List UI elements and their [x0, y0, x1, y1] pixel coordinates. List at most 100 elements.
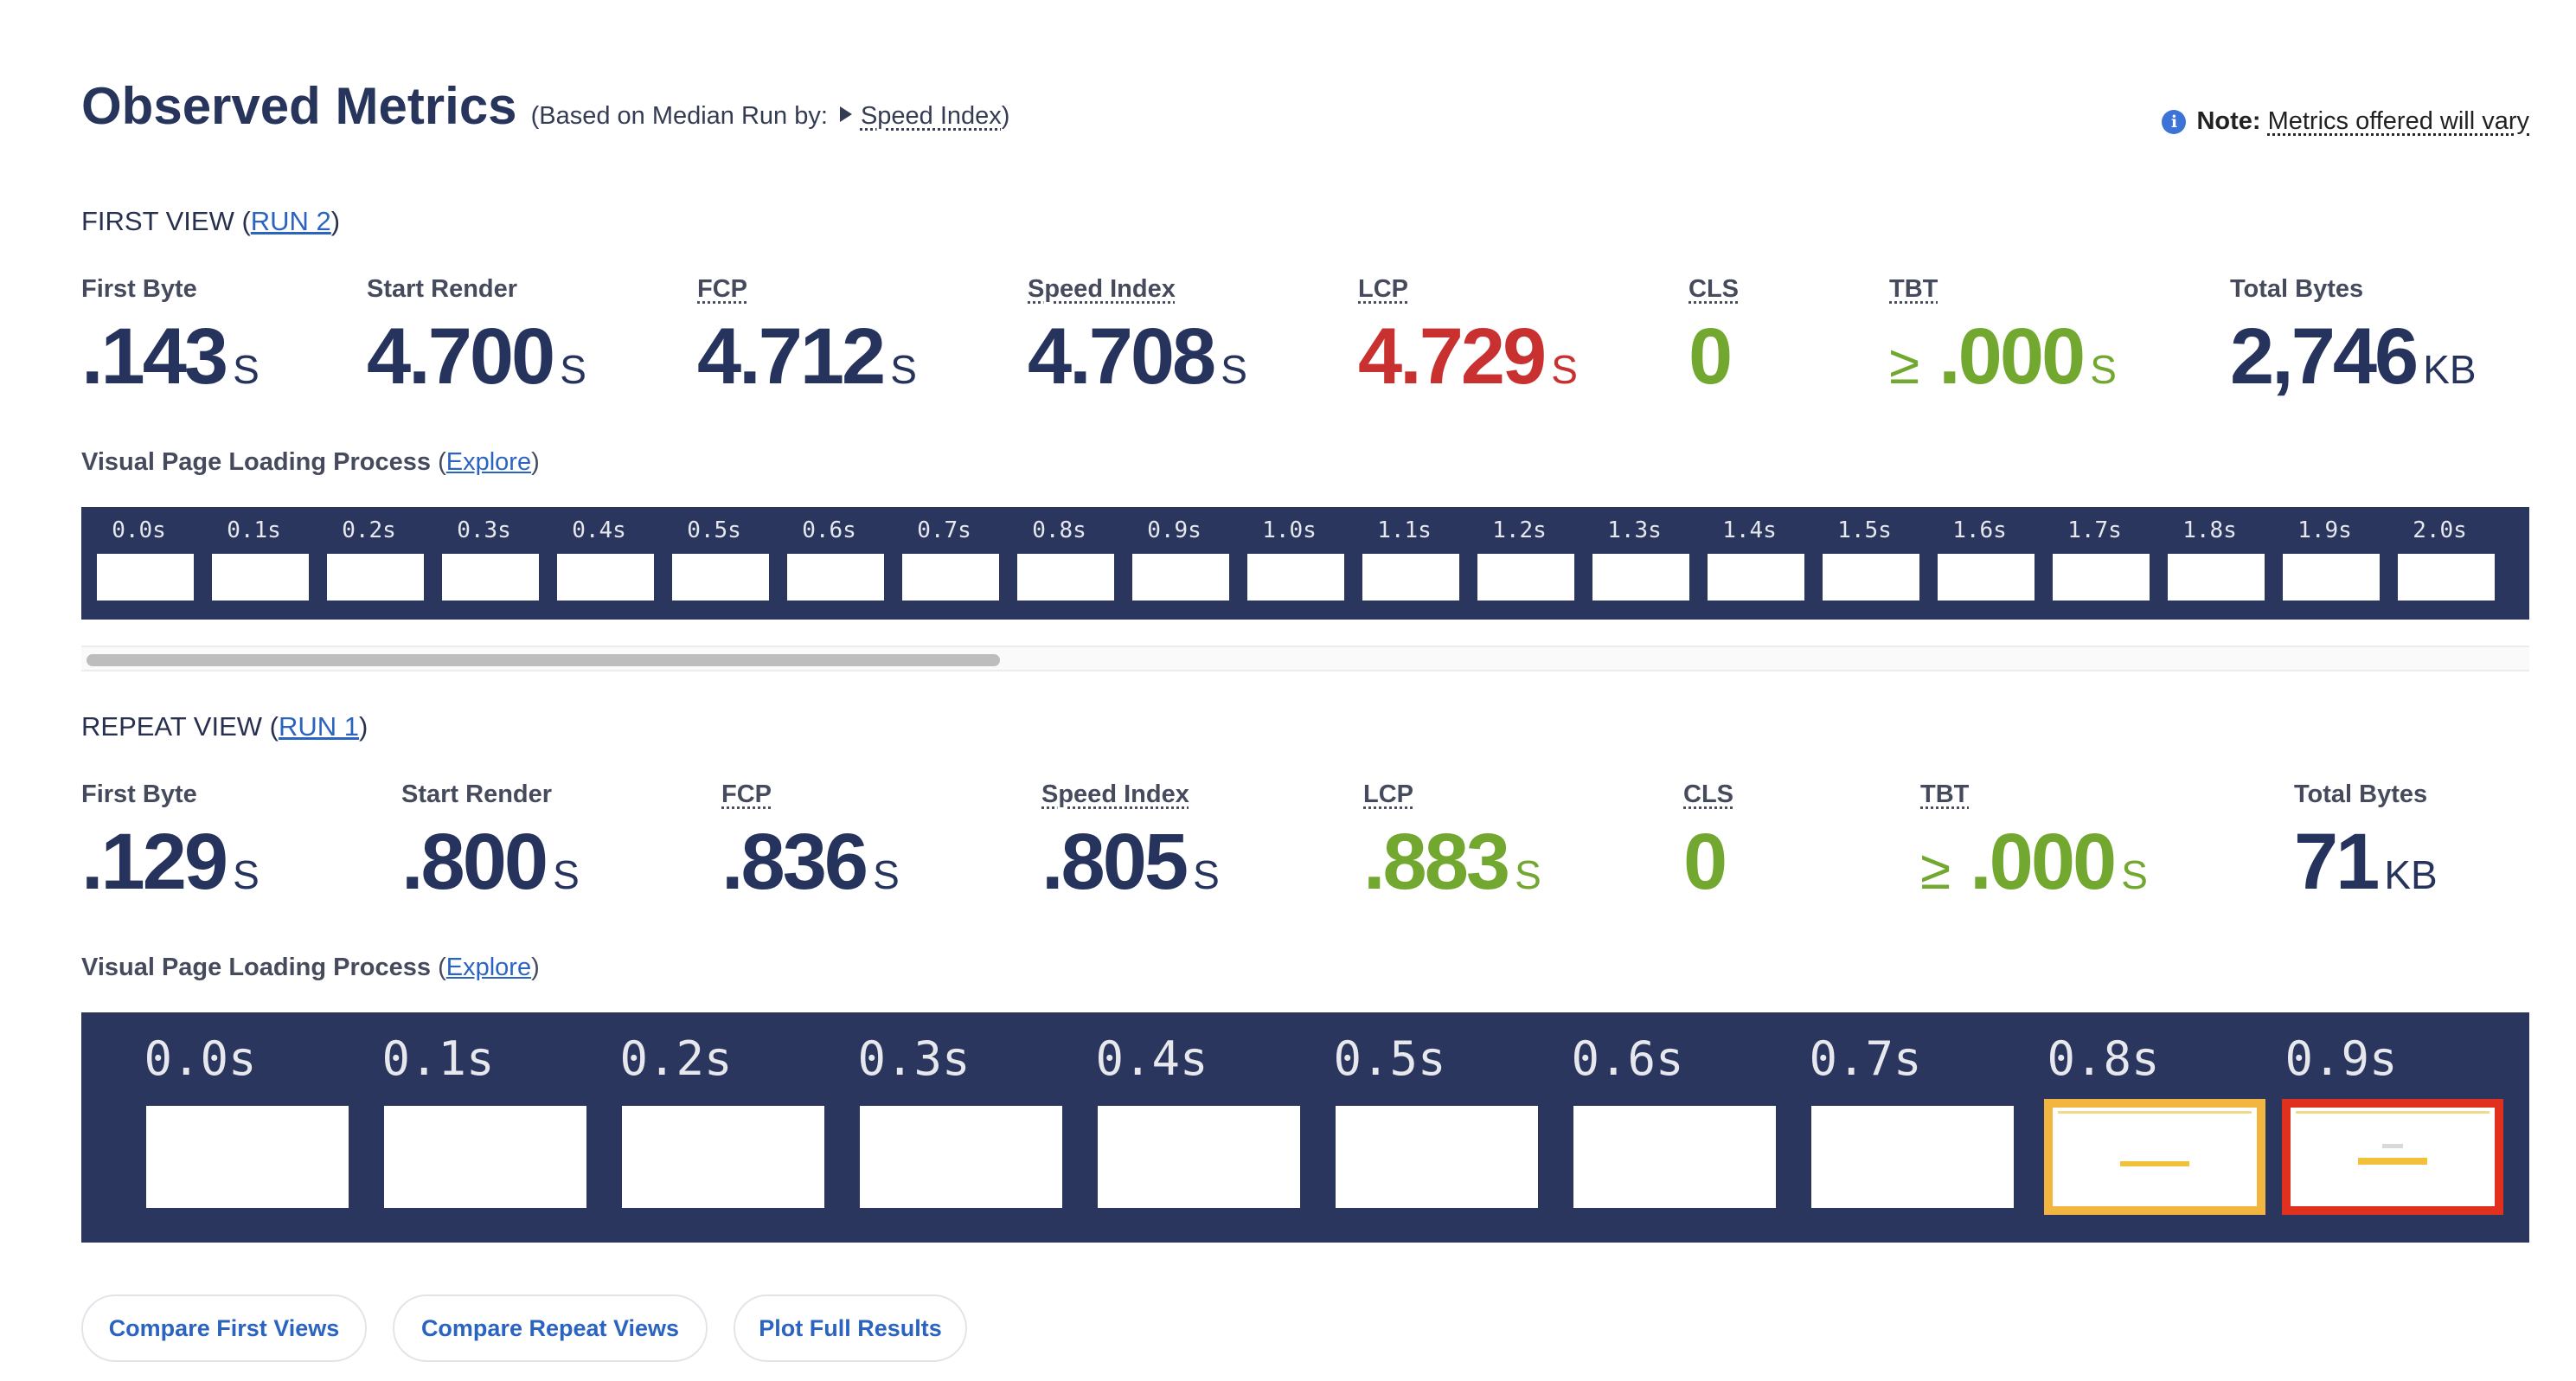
- filmstrip-frame[interactable]: 0.3s: [795, 1012, 1062, 1243]
- filmstrip-frame[interactable]: 0.1s: [319, 1012, 586, 1243]
- filmstrip-frame[interactable]: 1.2s: [1462, 507, 1577, 620]
- filmstrip-frame[interactable]: 0.9s: [2222, 1012, 2503, 1243]
- frame-thumbnail[interactable]: [1247, 554, 1344, 601]
- metric-unit: S: [1193, 852, 1220, 897]
- thumb-header-bar: [2296, 1111, 2489, 1114]
- frame-thumbnail[interactable]: [2282, 1099, 2503, 1215]
- frame-thumbnail[interactable]: [1132, 554, 1229, 601]
- fv-metric-speed-index: Speed Index 4.708 S: [1028, 275, 1247, 398]
- metric-label[interactable]: LCP: [1363, 780, 1541, 815]
- frame-thumbnail[interactable]: [1708, 554, 1804, 601]
- filmstrip-frame[interactable]: 0.6s: [1509, 1012, 1776, 1243]
- repeat-view-label: REPEAT VIEW (RUN 1): [81, 711, 368, 742]
- metric-label[interactable]: CLS: [1688, 275, 1739, 310]
- filmstrip-frame[interactable]: 0.0s: [81, 507, 196, 620]
- metric-label[interactable]: Speed Index: [1041, 780, 1220, 815]
- frame-thumbnail[interactable]: [442, 554, 539, 601]
- filmstrip-frame[interactable]: 2.0s: [2382, 507, 2497, 620]
- frame-time-label: 0.8s: [2047, 1031, 2160, 1086]
- plot-full-results-button[interactable]: Plot Full Results: [734, 1294, 967, 1362]
- filmstrip-frame[interactable]: 1.4s: [1692, 507, 1807, 620]
- frame-thumbnail[interactable]: [902, 554, 999, 601]
- rv-explore-link[interactable]: Explore: [446, 954, 531, 981]
- filmstrip-frame[interactable]: 0.0s: [81, 1012, 349, 1243]
- frame-time-label: 0.9s: [2284, 1031, 2398, 1086]
- filmstrip-frame[interactable]: 0.5s: [1271, 1012, 1538, 1243]
- filmstrip-frame[interactable]: 0.4s: [541, 507, 657, 620]
- filmstrip-frame[interactable]: 0.4s: [1033, 1012, 1300, 1243]
- frame-thumbnail[interactable]: [1573, 1106, 1776, 1208]
- filmstrip-frame[interactable]: 0.2s: [557, 1012, 824, 1243]
- frame-time-label: 0.4s: [1095, 1031, 1208, 1086]
- fv-metric-tbt: TBT ≥ .000 S: [1889, 275, 2117, 398]
- frame-thumbnail[interactable]: [97, 554, 194, 601]
- filmstrip-frame[interactable]: 0.8s: [1984, 1012, 2265, 1243]
- frame-thumbnail[interactable]: [327, 554, 424, 601]
- frame-thumbnail[interactable]: [146, 1106, 349, 1208]
- frame-thumbnail[interactable]: [860, 1106, 1062, 1208]
- frame-thumbnail[interactable]: [1811, 1106, 2014, 1208]
- frame-thumbnail[interactable]: [1362, 554, 1459, 601]
- frame-thumbnail[interactable]: [1017, 554, 1114, 601]
- filmstrip-frame[interactable]: 0.2s: [311, 507, 426, 620]
- observed-metrics-panel: Observed Metrics (Based on Median Run by…: [81, 0, 2529, 1381]
- frame-thumbnail[interactable]: [2053, 554, 2150, 601]
- filmstrip-frame[interactable]: 1.7s: [2037, 507, 2152, 620]
- filmstrip-frame[interactable]: 0.5s: [657, 507, 772, 620]
- frame-time-label: 0.7s: [917, 517, 971, 543]
- frame-time-label: 1.8s: [2182, 517, 2237, 543]
- filmstrip-frame[interactable]: 1.0s: [1232, 507, 1347, 620]
- fv-metric-cls: CLS 0: [1688, 275, 1739, 398]
- metrics-note[interactable]: i Note: Metrics offered will vary: [2162, 107, 2529, 136]
- metric-value: 2,746: [2230, 312, 2419, 401]
- filmstrip-frame[interactable]: 1.1s: [1347, 507, 1462, 620]
- rv-filmstrip[interactable]: 0.0s 0.1s 0.2s 0.3s 0.4s 0.5s 0.6s 0.7s 0.8s 0.9s: [81, 1012, 2529, 1243]
- frame-time-label: 0.7s: [1809, 1031, 1922, 1086]
- disclosure-triangle-icon[interactable]: [839, 106, 852, 122]
- frame-thumbnail[interactable]: [1823, 554, 1919, 601]
- frame-thumbnail[interactable]: [212, 554, 309, 601]
- frame-thumbnail[interactable]: [787, 554, 884, 601]
- filmstrip-frame[interactable]: 0.7s: [887, 507, 1002, 620]
- filmstrip-frame[interactable]: 0.1s: [196, 507, 311, 620]
- metric-label[interactable]: TBT: [1889, 275, 2117, 310]
- metric-label[interactable]: FCP: [721, 780, 900, 815]
- frame-thumbnail[interactable]: [384, 1106, 586, 1208]
- frame-thumbnail[interactable]: [2168, 554, 2265, 601]
- repeat-view-run-link[interactable]: RUN 1: [279, 711, 359, 742]
- metric-label[interactable]: Speed Index: [1028, 275, 1247, 310]
- frame-thumbnail[interactable]: [1592, 554, 1689, 601]
- frame-thumbnail[interactable]: [1336, 1106, 1538, 1208]
- filmstrip-frame[interactable]: 1.9s: [2267, 507, 2382, 620]
- metric-label[interactable]: LCP: [1358, 275, 1578, 310]
- frame-thumbnail[interactable]: [1098, 1106, 1300, 1208]
- metric-label[interactable]: CLS: [1683, 780, 1733, 815]
- median-metric-link[interactable]: Speed Index: [861, 102, 1002, 130]
- compare-repeat-views-button[interactable]: Compare Repeat Views: [393, 1294, 708, 1362]
- fv-explore-link[interactable]: Explore: [446, 448, 531, 476]
- filmstrip-frame[interactable]: 0.3s: [426, 507, 541, 620]
- filmstrip-frame[interactable]: 0.6s: [772, 507, 887, 620]
- thumb-small-bar: [2382, 1144, 2403, 1148]
- fv-filmstrip[interactable]: 0.0s 0.1s 0.2s 0.3s 0.4s 0.5s 0.6s 0.7s 0.8s 0.9s…: [81, 507, 2529, 620]
- filmstrip-frame[interactable]: 1.8s: [2152, 507, 2267, 620]
- filmstrip-frame[interactable]: 0.7s: [1746, 1012, 2014, 1243]
- frame-thumbnail[interactable]: [622, 1106, 824, 1208]
- filmstrip-frame[interactable]: 1.5s: [1807, 507, 1922, 620]
- metric-label[interactable]: FCP: [697, 275, 917, 310]
- frame-thumbnail[interactable]: [2283, 554, 2380, 601]
- filmstrip-frame[interactable]: 0.8s: [1002, 507, 1117, 620]
- frame-thumbnail[interactable]: [1477, 554, 1574, 601]
- filmstrip-frame[interactable]: 0.9s: [1117, 507, 1232, 620]
- filmstrip-frame[interactable]: 1.3s: [1577, 507, 1692, 620]
- frame-thumbnail[interactable]: [1938, 554, 2035, 601]
- filmstrip-frame[interactable]: 1.6s: [1922, 507, 2037, 620]
- first-view-run-link[interactable]: RUN 2: [251, 206, 331, 236]
- metric-label[interactable]: TBT: [1920, 780, 2148, 815]
- frame-thumbnail[interactable]: [2398, 554, 2495, 601]
- scrollbar-thumb[interactable]: [87, 654, 1000, 666]
- fv-filmstrip-scrollbar[interactable]: [81, 646, 2529, 671]
- compare-first-views-button[interactable]: Compare First Views: [81, 1294, 367, 1362]
- frame-thumbnail[interactable]: [672, 554, 769, 601]
- frame-thumbnail[interactable]: [557, 554, 654, 601]
